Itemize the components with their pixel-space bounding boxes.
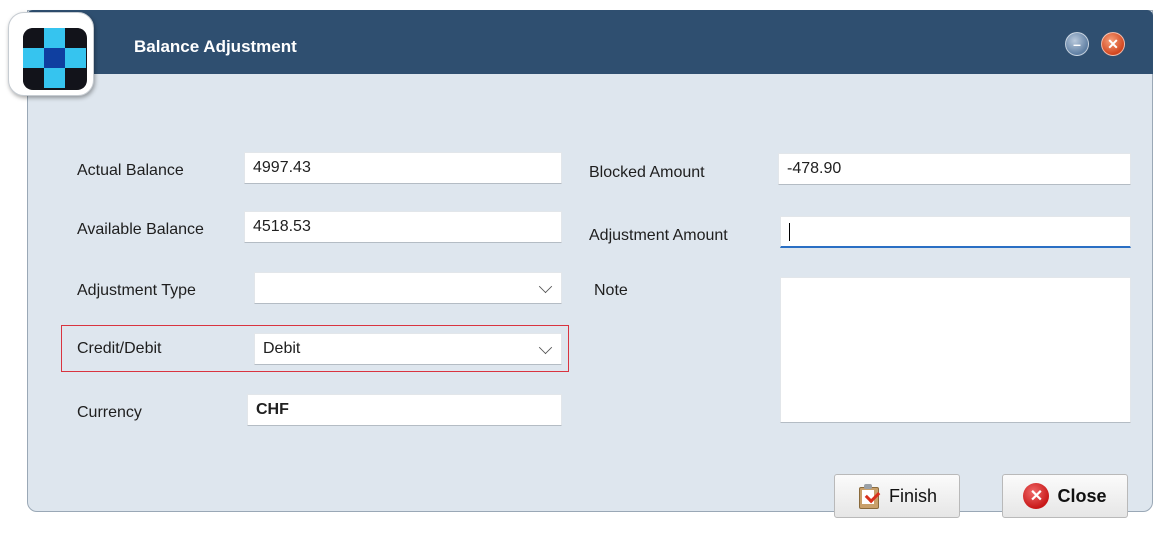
note-label: Note [594, 282, 628, 299]
minimize-icon[interactable]: – [1065, 32, 1089, 56]
adjustment-amount-label: Adjustment Amount [589, 227, 728, 244]
credit-debit-select[interactable]: Debit [254, 333, 562, 365]
window-close-glyph: ✕ [1107, 35, 1119, 52]
app-icon-frame [8, 12, 94, 96]
window-close-icon[interactable]: ✕ [1101, 32, 1125, 56]
available-balance-label: Available Balance [77, 221, 204, 238]
text-caret [789, 223, 790, 241]
credit-debit-value: Debit [263, 340, 301, 357]
finish-button-label: Finish [888, 485, 937, 506]
app-grid-icon [23, 28, 87, 90]
close-button-label: Close [1057, 485, 1107, 506]
dialog-window [27, 10, 1153, 512]
finish-button[interactable]: Finish [834, 474, 960, 518]
blocked-amount-field[interactable]: -478.90 [778, 153, 1131, 185]
currency-field[interactable]: CHF [247, 394, 562, 426]
adjustment-type-select[interactable] [254, 272, 562, 304]
chevron-down-icon [538, 279, 553, 294]
credit-debit-label: Credit/Debit [77, 340, 162, 357]
window-title: Balance Adjustment [134, 37, 297, 56]
adjustment-type-label: Adjustment Type [77, 282, 196, 299]
minimize-glyph: – [1073, 36, 1081, 52]
blocked-amount-label: Blocked Amount [589, 164, 705, 181]
close-circle-icon: ✕ [1023, 483, 1050, 509]
actual-balance-label: Actual Balance [77, 162, 184, 179]
close-button[interactable]: ✕ Close [1002, 474, 1128, 518]
actual-balance-field[interactable]: 4997.43 [244, 152, 562, 184]
chevron-down-icon [538, 340, 553, 355]
currency-label: Currency [77, 404, 142, 421]
note-textarea[interactable] [780, 277, 1131, 423]
close-glyph: ✕ [1029, 488, 1044, 505]
clipboard-check-icon [857, 483, 881, 509]
available-balance-field[interactable]: 4518.53 [244, 211, 562, 243]
adjustment-amount-field[interactable] [780, 216, 1131, 248]
